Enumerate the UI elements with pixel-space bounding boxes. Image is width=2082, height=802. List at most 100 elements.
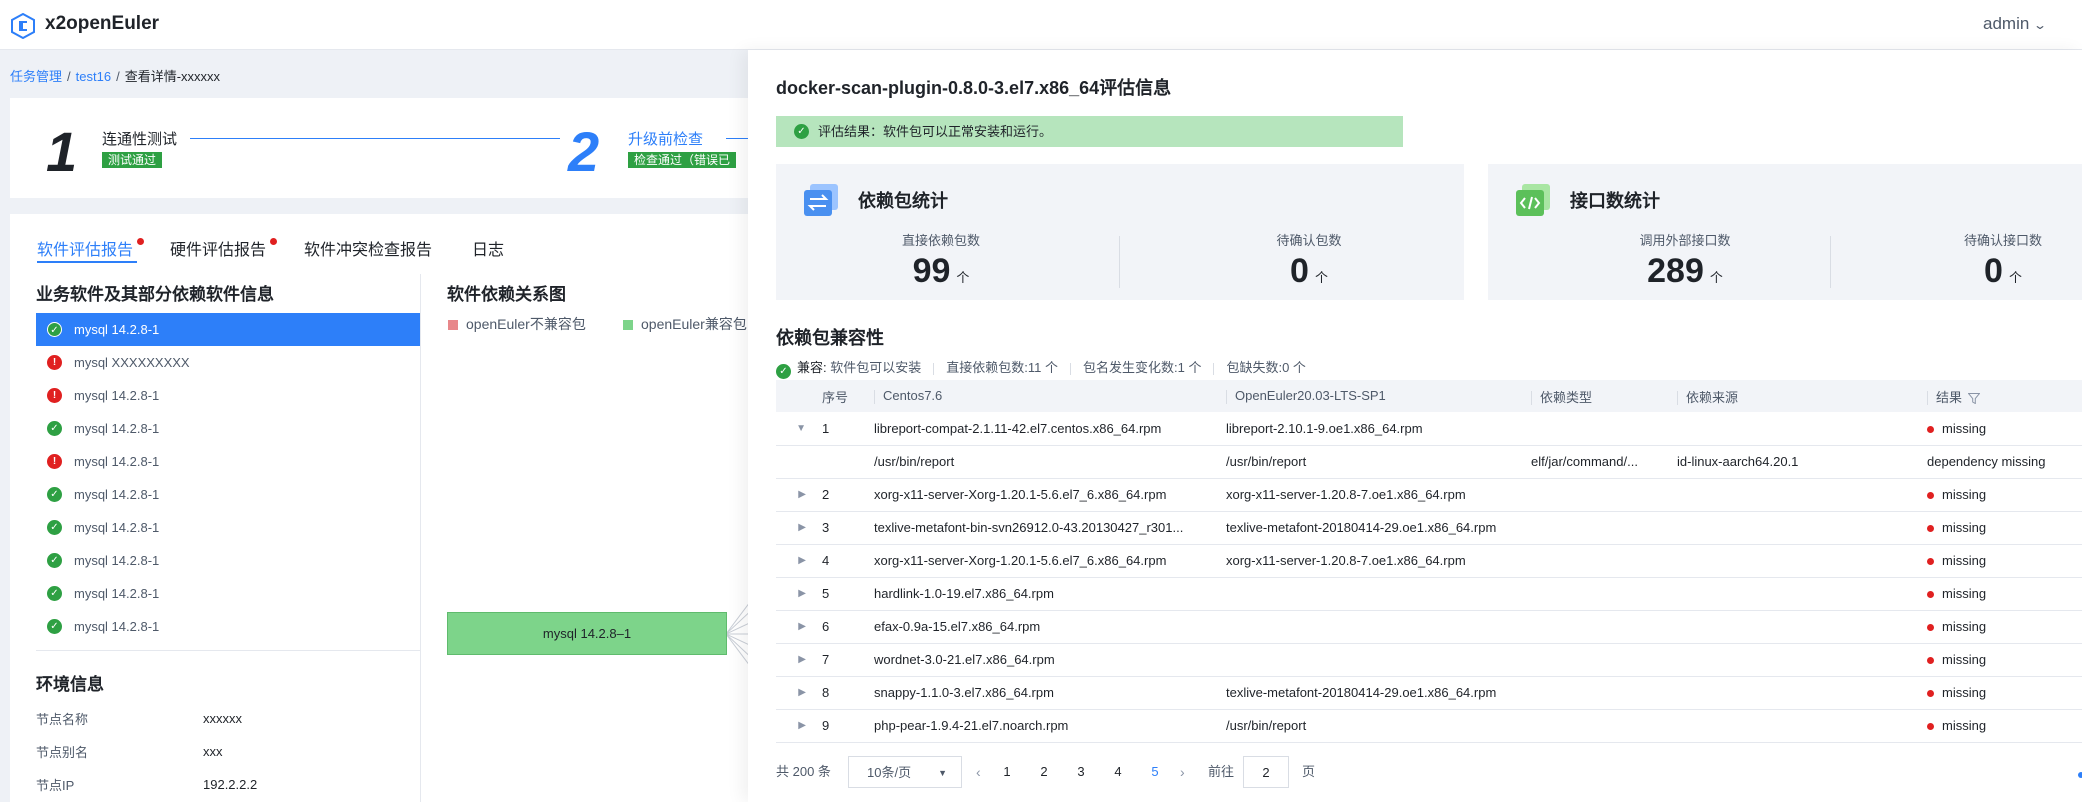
- cell-result: missing: [1919, 412, 2082, 446]
- row-expand-toggle[interactable]: ▼: [776, 412, 814, 446]
- result-text: missing: [1942, 652, 1987, 667]
- cell-dep-source: [1669, 676, 1919, 710]
- cell-dep-type: [1523, 478, 1669, 512]
- cell-openeuler-package: /usr/bin/report: [1218, 445, 1523, 479]
- compat-summary: ✓ 兼容: 软件包可以安装 直接依赖包数:11 个 包名发生变化数:1 个 包缺失数:0…: [776, 357, 1306, 379]
- row-expand-toggle[interactable]: ▶: [776, 643, 814, 677]
- breadcrumb-item-tasks[interactable]: 任务管理: [10, 69, 62, 84]
- stat-external-calls: 调用外部接口数 289 个: [1560, 230, 1810, 291]
- graph-node[interactable]: mysql 14.2.8–1: [447, 612, 727, 655]
- page-size-select[interactable]: 10条/页 ▼: [848, 756, 962, 788]
- cell-openeuler-package: texlive-metafont-20180414-29.oe1.x86_64.…: [1218, 511, 1523, 545]
- cell-centos-package: xorg-x11-server-Xorg-1.20.1-5.6.el7_6.x8…: [866, 478, 1218, 512]
- software-list-item[interactable]: ✓ mysql 14.2.8-1: [36, 478, 420, 511]
- row-expand-toggle[interactable]: ▶: [776, 709, 814, 743]
- dependency-stats-card: 依赖包统计 直接依赖包数 99 个 待确认包数 0个: [776, 164, 1464, 300]
- chevron-right-icon[interactable]: ›: [1180, 756, 1185, 788]
- column-header-toggle: [776, 380, 814, 412]
- tab-hardware-report[interactable]: 硬件评估报告: [170, 236, 278, 260]
- error-circle-icon: !: [47, 388, 62, 403]
- user-menu[interactable]: admin ⌄: [1983, 14, 2047, 34]
- table-row[interactable]: ▶ 7 wordnet-3.0-21.el7.x86_64.rpm missing: [776, 643, 2082, 677]
- row-expand-toggle[interactable]: ▶: [776, 676, 814, 710]
- tab-label: 硬件评估报告: [170, 242, 267, 259]
- error-dot-icon: [1927, 591, 1934, 599]
- table-row[interactable]: ▶ 2 xorg-x11-server-Xorg-1.20.1-5.6.el7_6.…: [776, 478, 2082, 512]
- software-label: mysql 14.2.8-1: [74, 454, 160, 469]
- chevron-left-icon[interactable]: ‹: [976, 756, 981, 788]
- table-row[interactable]: /usr/bin/report/usr/bin/report elf/jar/co…: [776, 445, 2082, 479]
- table-row[interactable]: ▶ 5 hardlink-1.0-19.el7.x86_64.rpm missing: [776, 577, 2082, 611]
- env-label: 节点IP: [36, 778, 75, 793]
- cell-dep-source: [1669, 610, 1919, 644]
- logo-icon: [11, 13, 35, 39]
- software-list-item[interactable]: ✓ mysql 14.2.8-1: [36, 412, 420, 445]
- software-label: mysql 14.2.8-1: [74, 520, 160, 535]
- software-list-item[interactable]: ! mysql XXXXXXXXX: [36, 346, 420, 379]
- tab-conflict-report[interactable]: 软件冲突检查报告: [304, 236, 432, 260]
- cell-dep-source: [1669, 544, 1919, 578]
- software-list-item[interactable]: ✓ mysql 14.2.8-1: [36, 610, 420, 643]
- software-label: mysql 14.2.8-1: [74, 619, 160, 634]
- row-expand-toggle[interactable]: ▶: [776, 511, 814, 545]
- goto-page-input[interactable]: 2: [1243, 756, 1289, 788]
- stat-value: 289: [1647, 252, 1704, 290]
- tab-label: 软件评估报告: [37, 242, 134, 259]
- page-5-current[interactable]: 5: [1145, 756, 1165, 788]
- software-list-item[interactable]: ✓ mysql 14.2.8-1: [36, 511, 420, 544]
- row-expand-toggle[interactable]: ▶: [776, 577, 814, 611]
- page-4[interactable]: 4: [1108, 756, 1128, 788]
- cell-dep-type: [1523, 544, 1669, 578]
- row-expand-toggle[interactable]: ▶: [776, 544, 814, 578]
- result-text: missing: [1942, 586, 1987, 601]
- software-list-item[interactable]: ! mysql 14.2.8-1: [36, 445, 420, 478]
- table-row[interactable]: ▶ 9 php-pear-1.9.4-21.el7.noarch.rpm/usr/b…: [776, 709, 2082, 743]
- app-title: x2openEuler: [45, 13, 160, 34]
- software-list-item[interactable]: ✓ mysql 14.2.8-1: [36, 544, 420, 577]
- legend-compatible: openEuler兼容包: [623, 314, 747, 334]
- page-2[interactable]: 2: [1034, 756, 1054, 788]
- cell-openeuler-package: libreport-2.10.1-9.oe1.x86_64.rpm: [1218, 412, 1523, 446]
- filter-icon[interactable]: [1968, 392, 1981, 404]
- table-row[interactable]: ▶ 8 snappy-1.1.0-3.el7.x86_64.rpm texlive-m…: [776, 676, 2082, 710]
- table-row[interactable]: ▼ 1 libreport-compat-2.1.11-42.el7.centos.…: [776, 412, 2082, 446]
- report-panel: 软件评估报告 硬件评估报告 软件冲突检查报告 日志 业务软件及其部分依赖软件信息…: [10, 214, 760, 802]
- stat-unit: 个: [2008, 270, 2022, 285]
- table-row[interactable]: ▶ 4 xorg-x11-server-Xorg-1.20.1-5.6.el7_6.…: [776, 544, 2082, 578]
- software-label: mysql 14.2.8-1: [74, 487, 160, 502]
- row-expand-toggle[interactable]: ▶: [776, 478, 814, 512]
- alert-dot: [270, 238, 278, 245]
- column-header-centos: Centos7.6: [866, 380, 1218, 412]
- row-expand-toggle[interactable]: ▶: [776, 610, 814, 644]
- software-list-item[interactable]: ! mysql 14.2.8-1: [36, 379, 420, 412]
- tab-software-report[interactable]: 软件评估报告: [37, 236, 145, 260]
- legend-label: openEuler不兼容包: [466, 316, 586, 332]
- env-value: 192.2.2.2: [203, 777, 258, 792]
- table-row[interactable]: ▶ 3 texlive-metafont-bin-svn26912.0-43.201…: [776, 511, 2082, 545]
- page-1[interactable]: 1: [997, 756, 1017, 788]
- error-dot-icon: [1927, 425, 1934, 433]
- divider: [36, 650, 420, 651]
- cell-dep-type: [1523, 676, 1669, 710]
- result-text: missing: [1942, 487, 1987, 502]
- column-header-result[interactable]: 结果: [1919, 380, 2082, 412]
- software-list-item[interactable]: ✓ mysql 14.2.8-1: [36, 577, 420, 610]
- breadcrumb-item-task[interactable]: test16: [76, 69, 111, 84]
- page-3[interactable]: 3: [1071, 756, 1091, 788]
- result-text: dependency missing: [1927, 454, 2046, 469]
- breadcrumb: 任务管理 / test16 / 查看详情-xxxxxx: [10, 66, 220, 85]
- software-list-item[interactable]: ✓ mysql 14.2.8-1: [36, 313, 420, 346]
- error-dot-icon: [1927, 492, 1934, 500]
- dependency-table: 序号 Centos7.6 OpenEuler20.03-LTS-SP1 依赖类型…: [776, 380, 2082, 743]
- result-text: missing: [1942, 520, 1987, 535]
- table-row[interactable]: ▶ 6 efax-0.9a-15.el7.x86_64.rpm missing: [776, 610, 2082, 644]
- cell-centos-package: hardlink-1.0-19.el7.x86_64.rpm: [866, 577, 1218, 611]
- page-size-value: 10条/页: [867, 765, 912, 780]
- cell-index: 7: [814, 643, 866, 677]
- cell-openeuler-package: /usr/bin/report: [1218, 709, 1523, 743]
- tab-log[interactable]: 日志: [472, 236, 504, 260]
- legend-label: openEuler兼容包: [641, 316, 747, 332]
- steps-panel: 1 连通性测试 测试通过 2 升级前检查 检查通过（错误已: [10, 98, 760, 198]
- cell-dep-source: [1669, 511, 1919, 545]
- legend-swatch: [623, 320, 633, 331]
